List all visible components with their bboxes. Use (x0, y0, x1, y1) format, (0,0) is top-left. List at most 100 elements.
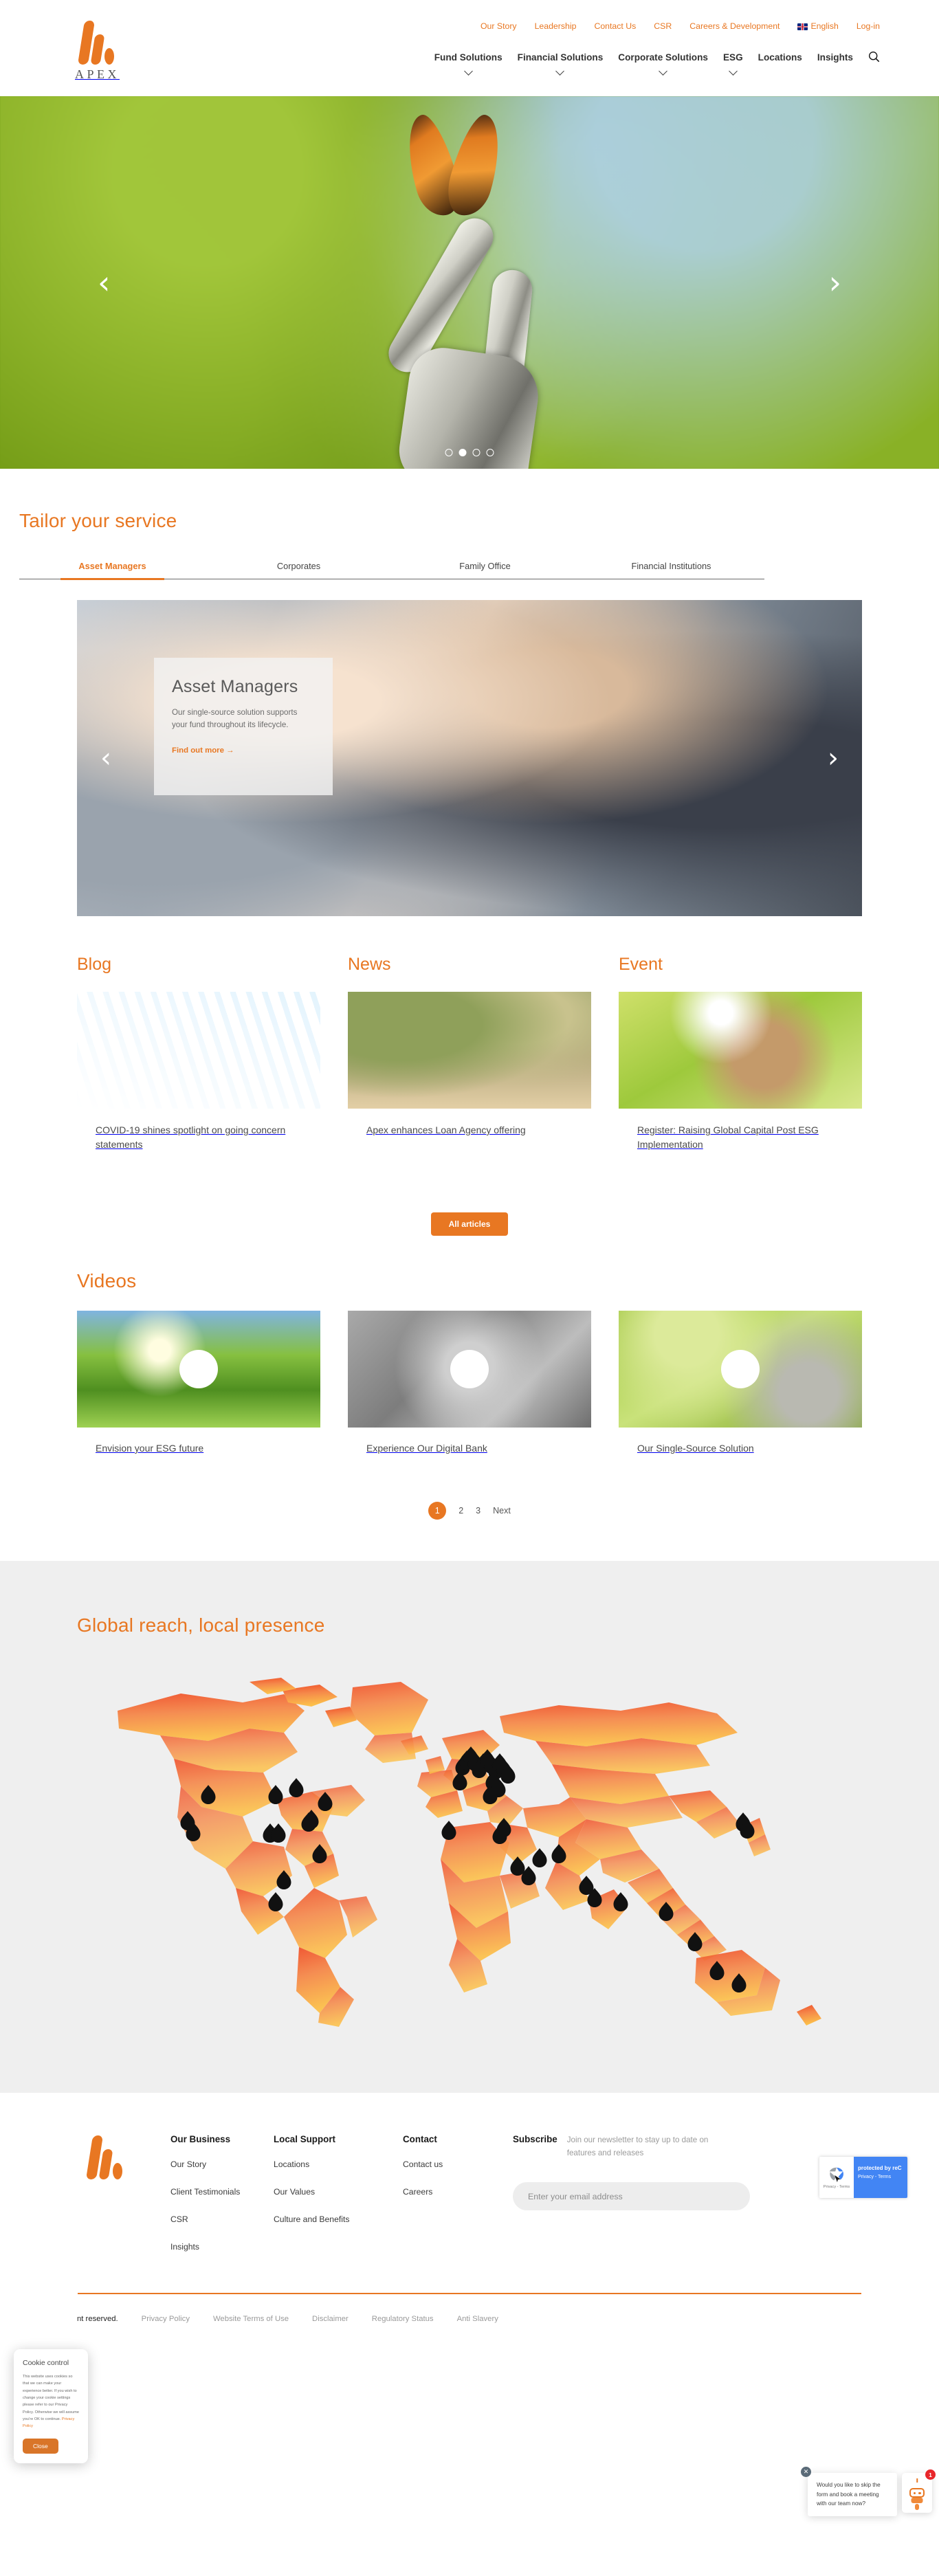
hero-dot-3[interactable] (472, 449, 480, 456)
chat-bot-button[interactable]: 1 (902, 2469, 936, 2513)
video-column-3: Our Single-Source Solution (619, 1311, 862, 1477)
footer-logo[interactable] (77, 2134, 170, 2269)
nav-locations[interactable]: Locations (758, 52, 802, 64)
service-panel-heading: Asset Managers (172, 677, 298, 696)
top-link-leadership[interactable]: Leadership (535, 21, 577, 31)
legal-link-website-terms[interactable]: Website Terms of Use (213, 2315, 289, 2323)
legal-link-regulatory-status[interactable]: Regulatory Status (372, 2315, 434, 2323)
map-pin[interactable] (268, 1892, 283, 1911)
video-thumbnail-2 (348, 1311, 591, 1428)
footer-link-culture-benefits[interactable]: Culture and Benefits (274, 2214, 403, 2224)
page-1[interactable]: 1 (428, 1502, 447, 1520)
tab-family-office[interactable]: Family Office (392, 561, 578, 579)
news-card-title: Apex enhances Loan Agency offering (366, 1124, 526, 1135)
service-prev-button[interactable]: ‹ (100, 742, 111, 774)
hero-dot-2[interactable] (459, 449, 467, 456)
video-thumbnail-3 (619, 1311, 862, 1428)
uk-flag-icon (797, 23, 808, 30)
robot-face-icon (909, 2488, 925, 2498)
video-thumbnail-1 (77, 1311, 320, 1428)
footer-column-contact: Contact Contact us Careers (403, 2134, 506, 2269)
language-selector[interactable]: English (797, 21, 839, 31)
video-card-3[interactable]: Our Single-Source Solution (619, 1311, 862, 1477)
hero-prev-button[interactable]: ‹ (98, 267, 110, 298)
nav-insights[interactable]: Insights (817, 52, 853, 64)
recaptcha-icon: Privacy - Terms (819, 2157, 854, 2198)
articles-grid: Blog COVID-19 shines spotlight on going … (77, 955, 862, 1184)
find-out-more-link[interactable]: Find out more → (172, 746, 234, 755)
top-link-careers[interactable]: Careers & Development (689, 21, 780, 31)
video-card-1[interactable]: Envision your ESG future (77, 1311, 320, 1477)
column-blog: Blog COVID-19 shines spotlight on going … (77, 955, 320, 1184)
top-link-contact-us[interactable]: Contact Us (594, 21, 636, 31)
column-event: Event Register: Raising Global Capital P… (619, 955, 862, 1184)
footer-link-our-story[interactable]: Our Story (170, 2159, 274, 2169)
recaptcha-badge[interactable]: Privacy - Terms protected by reC Privacy… (819, 2157, 907, 2198)
search-icon[interactable] (868, 51, 880, 66)
service-next-button[interactable]: › (828, 742, 839, 774)
event-heading: Event (619, 955, 663, 974)
footer-link-contact-us[interactable]: Contact us (403, 2159, 506, 2169)
world-map (78, 1669, 861, 2027)
footer-link-our-values[interactable]: Our Values (274, 2187, 403, 2197)
language-label: English (810, 21, 839, 31)
page-2[interactable]: 2 (459, 1506, 463, 1515)
nav-corporate-solutions[interactable]: Corporate Solutions (618, 52, 708, 76)
hero-next-button[interactable]: › (829, 267, 841, 298)
page-3[interactable]: 3 (476, 1506, 480, 1515)
copyright-text: nt reserved. (77, 2315, 118, 2323)
legal-link-anti-slavery[interactable]: Anti Slavery (457, 2315, 498, 2323)
event-card-title: Register: Raising Global Capital Post ES… (637, 1124, 819, 1150)
primary-nav: Fund Solutions Financial Solutions Corpo… (419, 51, 880, 76)
play-icon[interactable] (450, 1350, 489, 1388)
map-pin[interactable] (289, 1778, 304, 1797)
video-title-3: Our Single-Source Solution (637, 1443, 754, 1454)
footer-link-locations[interactable]: Locations (274, 2159, 403, 2169)
top-link-our-story[interactable]: Our Story (480, 21, 517, 31)
butterfly-graphic (394, 110, 518, 235)
hero-dot-4[interactable] (486, 449, 494, 456)
article-card-event[interactable]: Register: Raising Global Capital Post ES… (619, 992, 862, 1184)
footer-link-careers[interactable]: Careers (403, 2187, 506, 2197)
legal-link-privacy-policy[interactable]: Privacy Policy (142, 2315, 190, 2323)
top-link-csr[interactable]: CSR (654, 21, 672, 31)
legal-link-disclaimer[interactable]: Disclaimer (312, 2315, 349, 2323)
service-panel: Asset Managers Our single-source solutio… (77, 600, 862, 916)
tab-asset-managers[interactable]: Asset Managers (19, 561, 206, 580)
video-card-2[interactable]: Experience Our Digital Bank (348, 1311, 591, 1477)
apex-logo[interactable]: APEX (58, 19, 134, 85)
nav-fund-solutions[interactable]: Fund Solutions (434, 52, 502, 76)
cookie-body: This website uses cookies so that we can… (23, 2375, 79, 2422)
tab-corporates[interactable]: Corporates (206, 561, 392, 579)
cookie-close-button[interactable]: Close (23, 2438, 58, 2454)
apex-logo-mark-footer (77, 2134, 132, 2179)
footer-link-csr[interactable]: CSR (170, 2214, 274, 2224)
email-input[interactable] (513, 2182, 750, 2211)
tab-financial-institutions[interactable]: Financial Institutions (578, 561, 764, 579)
footer-link-client-testimonials[interactable]: Client Testimonials (170, 2187, 274, 2197)
map-pin[interactable] (271, 1823, 286, 1843)
subscribe-heading: Subscribe (513, 2134, 557, 2144)
videos-section-title: Videos (77, 1270, 137, 1291)
site-header: APEX Our Story Leadership Contact Us CSR… (0, 0, 939, 96)
nav-financial-solutions[interactable]: Financial Solutions (518, 52, 603, 76)
page-next[interactable]: Next (493, 1506, 511, 1515)
map-pin[interactable] (441, 1821, 456, 1840)
all-articles-button[interactable]: All articles (430, 1212, 509, 1236)
login-link[interactable]: Log-in (857, 21, 880, 31)
cookie-title: Cookie control (23, 2359, 69, 2367)
play-icon[interactable] (179, 1350, 218, 1388)
close-icon[interactable]: ✕ (801, 2467, 811, 2477)
service-tabs: Asset Managers Corporates Family Office … (19, 561, 764, 580)
articles-section: Blog COVID-19 shines spotlight on going … (0, 916, 939, 1236)
article-card-blog[interactable]: COVID-19 shines spotlight on going conce… (77, 992, 320, 1184)
footer-divider (78, 2293, 861, 2294)
column-news: News Apex enhances Loan Agency offering (348, 955, 591, 1184)
footer-link-insights[interactable]: Insights (170, 2242, 274, 2252)
footer-heading-local-support: Local Support (274, 2134, 336, 2144)
article-card-news[interactable]: Apex enhances Loan Agency offering (348, 992, 591, 1169)
chat-message-bubble: ✕ Would you like to skip the form and bo… (801, 2467, 897, 2516)
hero-dot-1[interactable] (445, 449, 453, 456)
play-icon[interactable] (721, 1350, 760, 1388)
nav-esg[interactable]: ESG (723, 52, 743, 76)
